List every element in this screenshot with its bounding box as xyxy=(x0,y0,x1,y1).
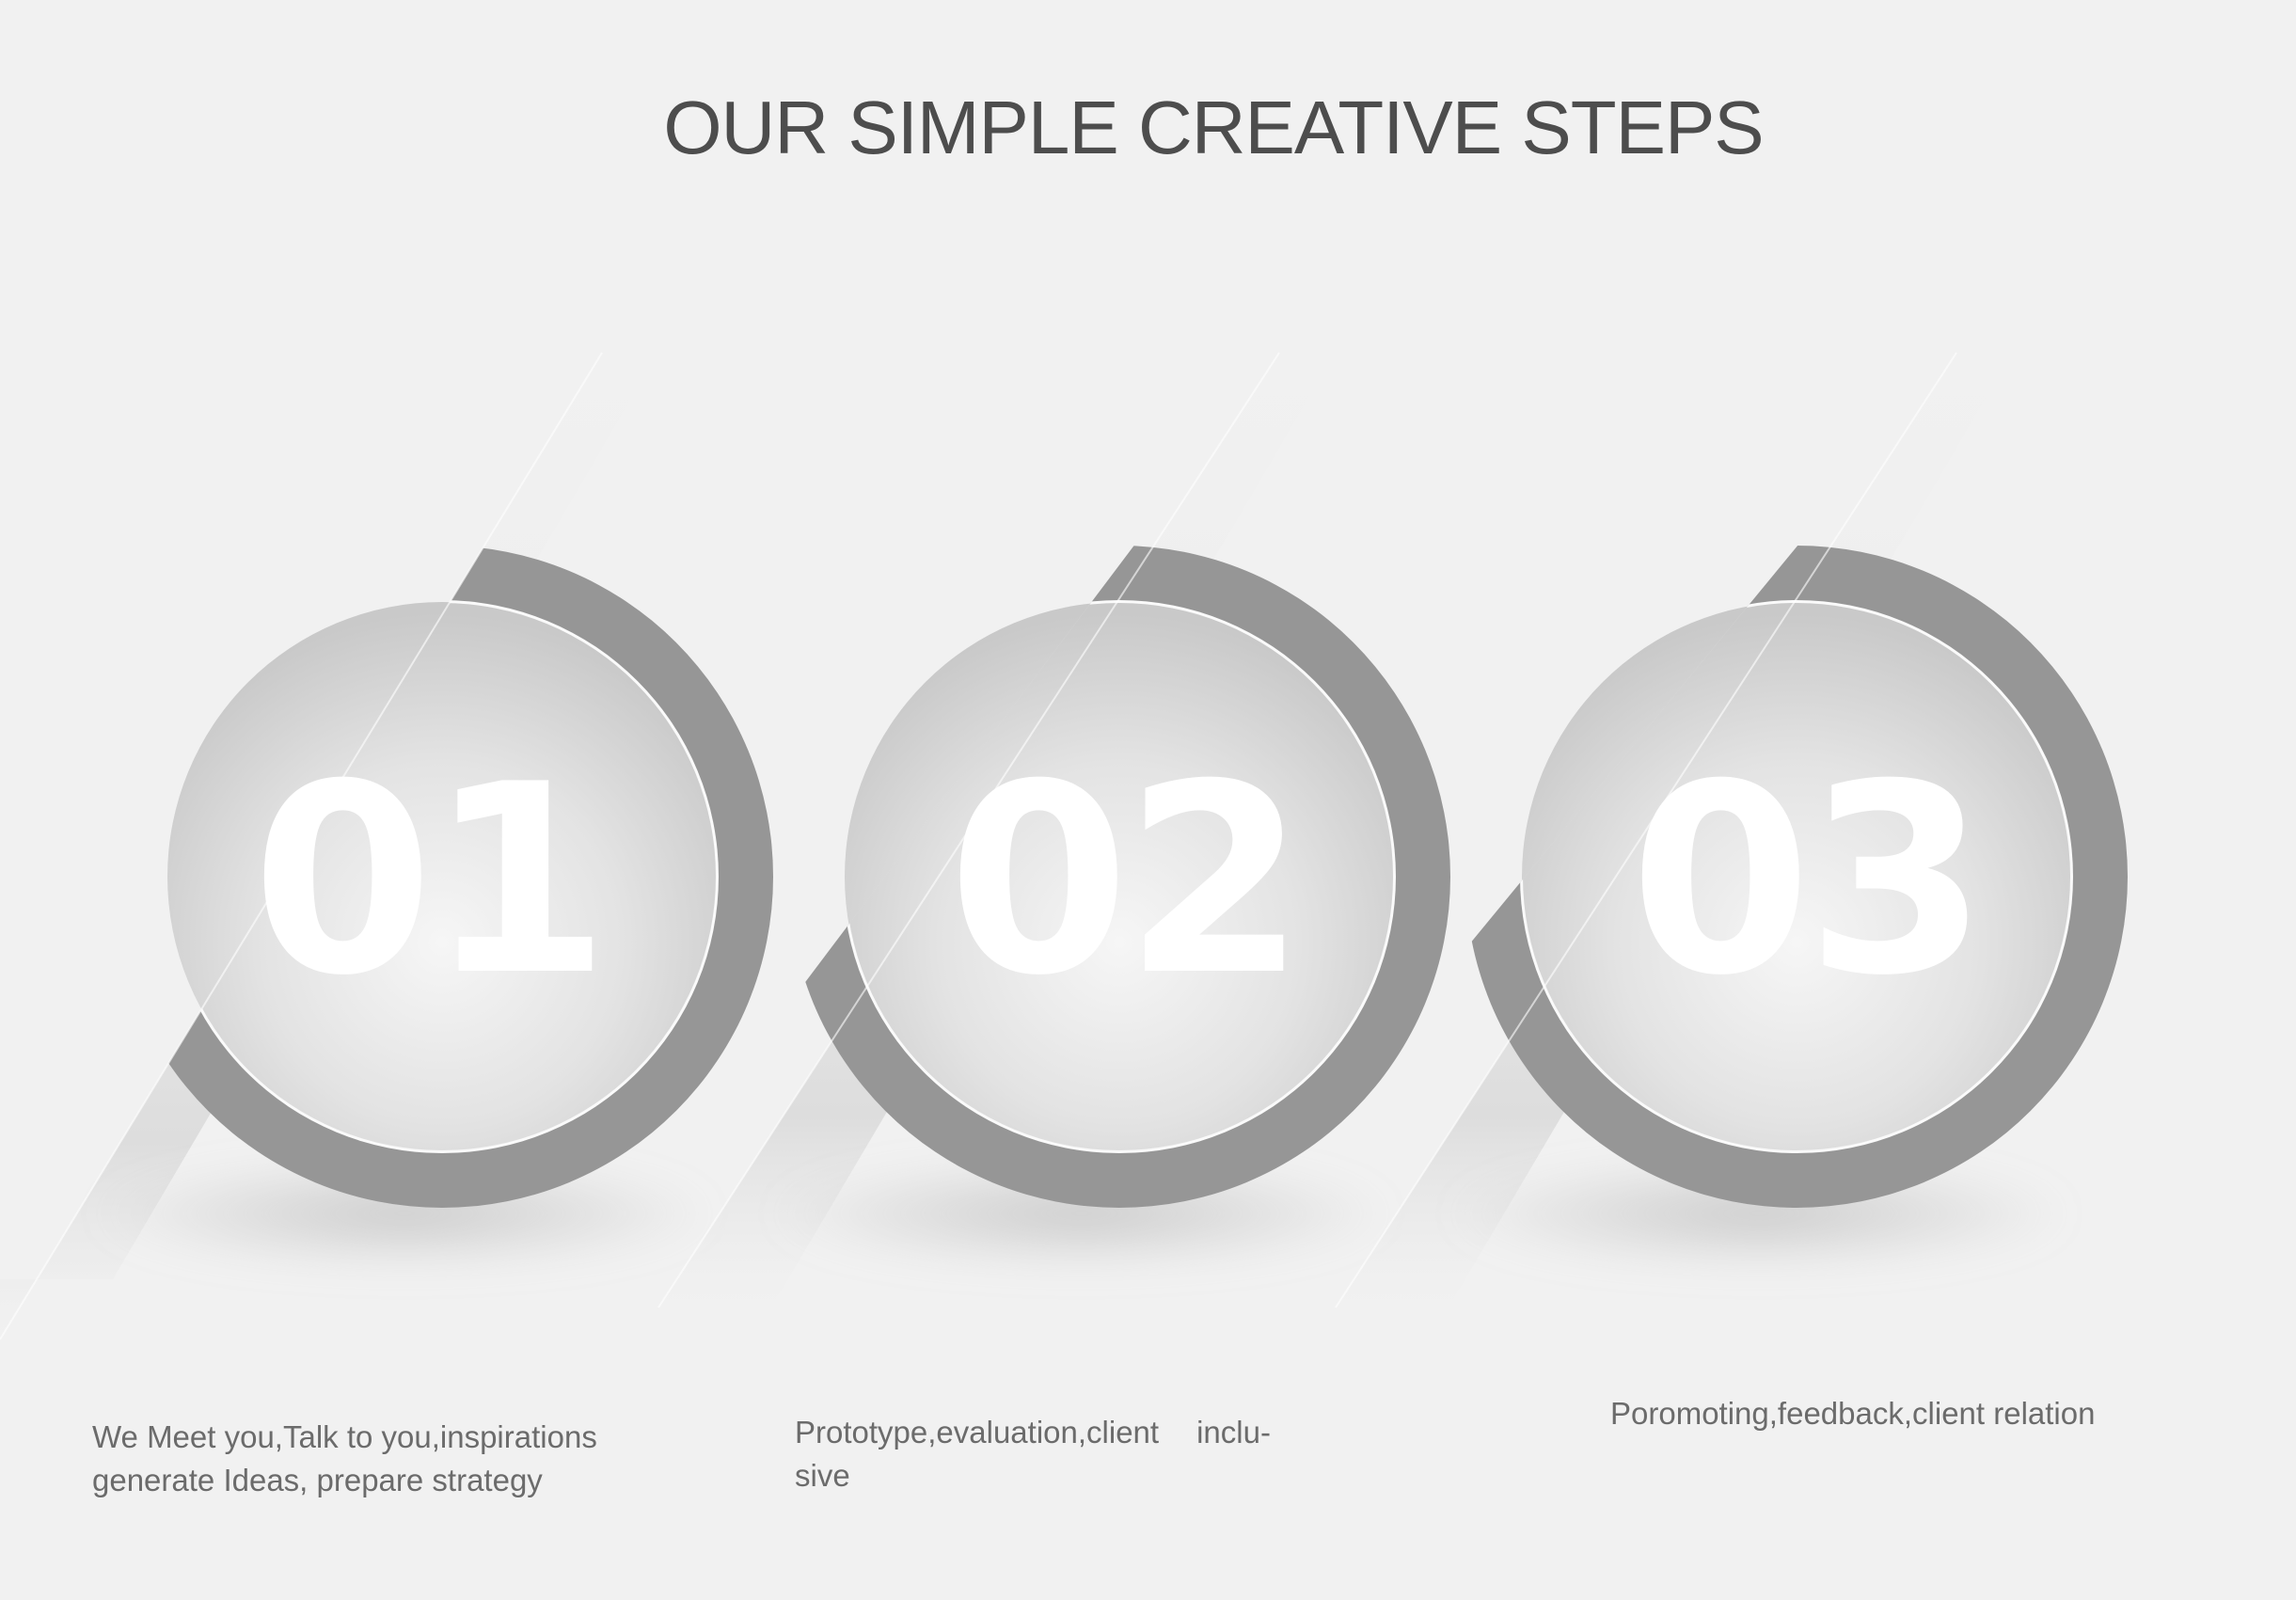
infographic-canvas: OUR SIMPLE CREATIVE STEPS 01 02 03 We Me… xyxy=(0,0,2296,1600)
step-1-description: We Meet you,Talk to you,inspirations gen… xyxy=(92,1416,694,1502)
step-2-description-hyphenated-part: inclu- xyxy=(1196,1415,1271,1450)
step-1-description-line-1: We Meet you,Talk to you,inspirations xyxy=(92,1419,597,1454)
step-2-description-line-2: sive xyxy=(795,1458,850,1493)
step-2-graphic: 02 xyxy=(657,352,1450,1308)
steps-graphic: 01 02 03 xyxy=(0,352,2128,1340)
step-2-description: Prototype,evaluation,client inclu- sive xyxy=(795,1411,1322,1497)
step-3-description: Poromoting,feedback,client relation xyxy=(1610,1392,2212,1435)
step-1-graphic: 01 xyxy=(0,352,773,1340)
step-1-number: 01 xyxy=(252,728,605,1033)
step-3-number: 03 xyxy=(1630,728,1983,1033)
step-2-number: 02 xyxy=(948,728,1301,1033)
step-3-graphic: 03 xyxy=(1335,352,2128,1308)
step-1-description-line-2: generate Ideas, prepare strategy xyxy=(92,1463,543,1497)
step-3-description-line-1: Poromoting,feedback,client relation xyxy=(1610,1396,2096,1431)
step-2-description-line-1: Prototype,evaluation,client xyxy=(795,1415,1160,1450)
